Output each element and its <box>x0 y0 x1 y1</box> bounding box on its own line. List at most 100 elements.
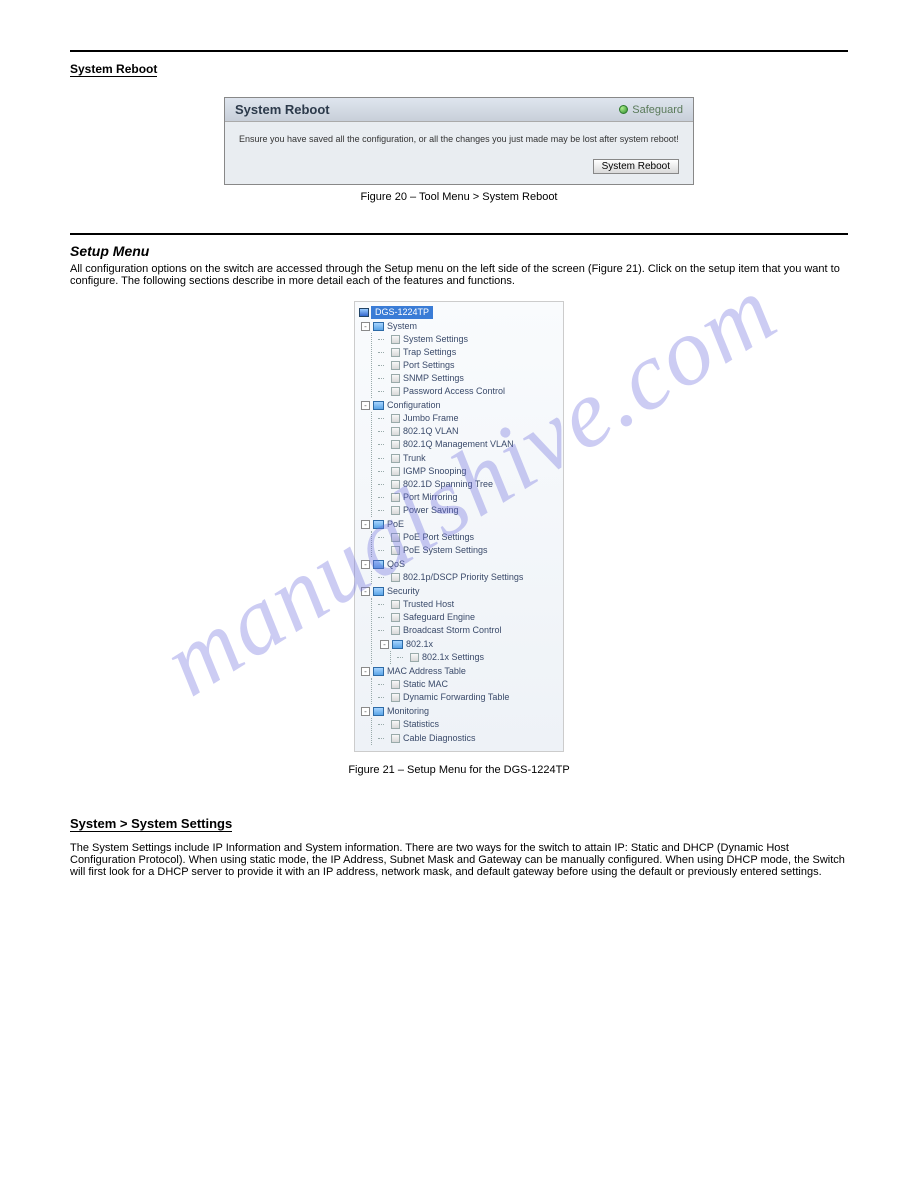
system-reboot-panel: System Reboot Safeguard Ensure you have … <box>224 97 694 185</box>
tree-leaf[interactable]: Static MAC <box>378 678 557 691</box>
page-icon <box>391 533 400 542</box>
tree-leaf-label: Statistics <box>403 718 439 731</box>
page-icon <box>391 374 400 383</box>
tree-leaf-label: System Settings <box>403 333 468 346</box>
tree-leaf-label: Cable Diagnostics <box>403 732 476 745</box>
folder-icon <box>392 640 403 649</box>
tree-leaf[interactable]: Jumbo Frame <box>378 412 557 425</box>
tree-leaf[interactable]: PoE Port Settings <box>378 531 557 544</box>
tree-leaf-label: PoE System Settings <box>403 544 488 557</box>
tree-leaf[interactable]: 802.1Q Management VLAN <box>378 438 557 451</box>
folder-icon <box>373 520 384 529</box>
tree-folder-label: Monitoring <box>387 705 429 718</box>
page-icon <box>391 734 400 743</box>
tree-folder[interactable]: - PoE <box>361 518 557 531</box>
system-settings-heading: System > System Settings <box>70 816 232 832</box>
tree-leaf-label: Trap Settings <box>403 346 456 359</box>
tree-leaf-label: Port Settings <box>403 359 455 372</box>
setup-menu-heading: Setup Menu <box>70 243 848 259</box>
page-icon <box>391 600 400 609</box>
expander-icon[interactable]: - <box>380 640 389 649</box>
tree-leaf[interactable]: Trap Settings <box>378 346 557 359</box>
folder-icon <box>373 707 384 716</box>
tree-leaf[interactable]: SNMP Settings <box>378 372 557 385</box>
tree-subfolder[interactable]: - 802.1x <box>380 638 557 651</box>
expander-icon[interactable]: - <box>361 322 370 331</box>
tree-folder-label: MAC Address Table <box>387 665 466 678</box>
safeguard-label: Safeguard <box>632 104 683 116</box>
tree-leaf[interactable]: Statistics <box>378 718 557 731</box>
tree-folder[interactable]: - System <box>361 320 557 333</box>
panel-titlebar: System Reboot Safeguard <box>225 98 693 122</box>
panel-title: System Reboot <box>235 102 330 117</box>
tree-folder[interactable]: - Monitoring <box>361 705 557 718</box>
page-icon <box>391 693 400 702</box>
tree-leaf-label: Power Saving <box>403 504 459 517</box>
tree-leaf-label: 802.1x Settings <box>422 651 484 664</box>
tree-leaf[interactable]: Password Access Control <box>378 385 557 398</box>
page-icon <box>391 335 400 344</box>
folder-icon <box>373 667 384 676</box>
tree-leaf-label: Port Mirroring <box>403 491 458 504</box>
section-system-reboot-heading: System Reboot <box>70 62 157 77</box>
tree-folder[interactable]: - Configuration <box>361 399 557 412</box>
tree-leaf[interactable]: Dynamic Forwarding Table <box>378 691 557 704</box>
tree-leaf-label: 802.1p/DSCP Priority Settings <box>403 571 523 584</box>
expander-icon[interactable]: - <box>361 401 370 410</box>
folder-icon <box>373 401 384 410</box>
tree-folder[interactable]: -Security <box>361 585 557 598</box>
page-icon <box>391 361 400 370</box>
page-icon <box>391 440 400 449</box>
page-icon <box>391 427 400 436</box>
setup-menu-description: All configuration options on the switch … <box>70 263 848 287</box>
tree-folder[interactable]: - MAC Address Table <box>361 665 557 678</box>
tree-folder-label: QoS <box>387 558 405 571</box>
tree-leaf[interactable]: System Settings <box>378 333 557 346</box>
tree-leaf-label: Password Access Control <box>403 385 505 398</box>
tree-leaf[interactable]: Trunk <box>378 452 557 465</box>
tree-leaf-label: Jumbo Frame <box>403 412 459 425</box>
expander-icon[interactable]: - <box>361 707 370 716</box>
panel-body: Ensure you have saved all the configurat… <box>225 122 693 184</box>
system-reboot-button[interactable]: System Reboot <box>593 159 679 174</box>
tree-leaf[interactable]: Broadcast Storm Control <box>378 624 557 637</box>
tree-folder-label: Configuration <box>387 399 441 412</box>
tree-root[interactable]: DGS-1224TP <box>371 306 433 319</box>
expander-icon[interactable]: - <box>361 560 370 569</box>
tree-leaf-label: Safeguard Engine <box>403 611 475 624</box>
page-icon <box>391 348 400 357</box>
tree-leaf[interactable]: Power Saving <box>378 504 557 517</box>
tree-leaf-label: Static MAC <box>403 678 448 691</box>
tree-leaf[interactable]: Cable Diagnostics <box>378 732 557 745</box>
device-icon <box>359 308 369 317</box>
tree-leaf-label: 802.1D Spanning Tree <box>403 478 493 491</box>
tree-leaf[interactable]: Safeguard Engine <box>378 611 557 624</box>
expander-icon[interactable]: - <box>361 587 370 596</box>
tree-folder-label: PoE <box>387 518 404 531</box>
tree-leaf-label: Broadcast Storm Control <box>403 624 502 637</box>
expander-icon[interactable]: - <box>361 520 370 529</box>
page-icon <box>391 613 400 622</box>
page-icon <box>391 493 400 502</box>
tree-leaf[interactable]: IGMP Snooping <box>378 465 557 478</box>
tree-folder-label: 802.1x <box>406 638 433 651</box>
tree-leaf[interactable]: Trusted Host <box>378 598 557 611</box>
tree-leaf[interactable]: PoE System Settings <box>378 544 557 557</box>
tree-leaf[interactable]: 802.1Q VLAN <box>378 425 557 438</box>
page-icon <box>391 506 400 515</box>
tree-folder-label: System <box>387 320 417 333</box>
page-icon <box>391 454 400 463</box>
page-icon <box>391 546 400 555</box>
nav-tree[interactable]: DGS-1224TP - SystemSystem SettingsTrap Se… <box>354 301 564 752</box>
tree-leaf[interactable]: Port Mirroring <box>378 491 557 504</box>
tree-leaf-label: 802.1Q Management VLAN <box>403 438 514 451</box>
page-icon <box>391 573 400 582</box>
tree-leaf[interactable]: Port Settings <box>378 359 557 372</box>
expander-icon[interactable]: - <box>361 667 370 676</box>
tree-leaf[interactable]: 802.1x Settings <box>397 651 557 664</box>
tree-leaf[interactable]: 802.1D Spanning Tree <box>378 478 557 491</box>
tree-folder[interactable]: - QoS <box>361 558 557 571</box>
tree-leaf[interactable]: 802.1p/DSCP Priority Settings <box>378 571 557 584</box>
folder-icon <box>373 322 384 331</box>
system-settings-description: The System Settings include IP Informati… <box>70 842 848 878</box>
